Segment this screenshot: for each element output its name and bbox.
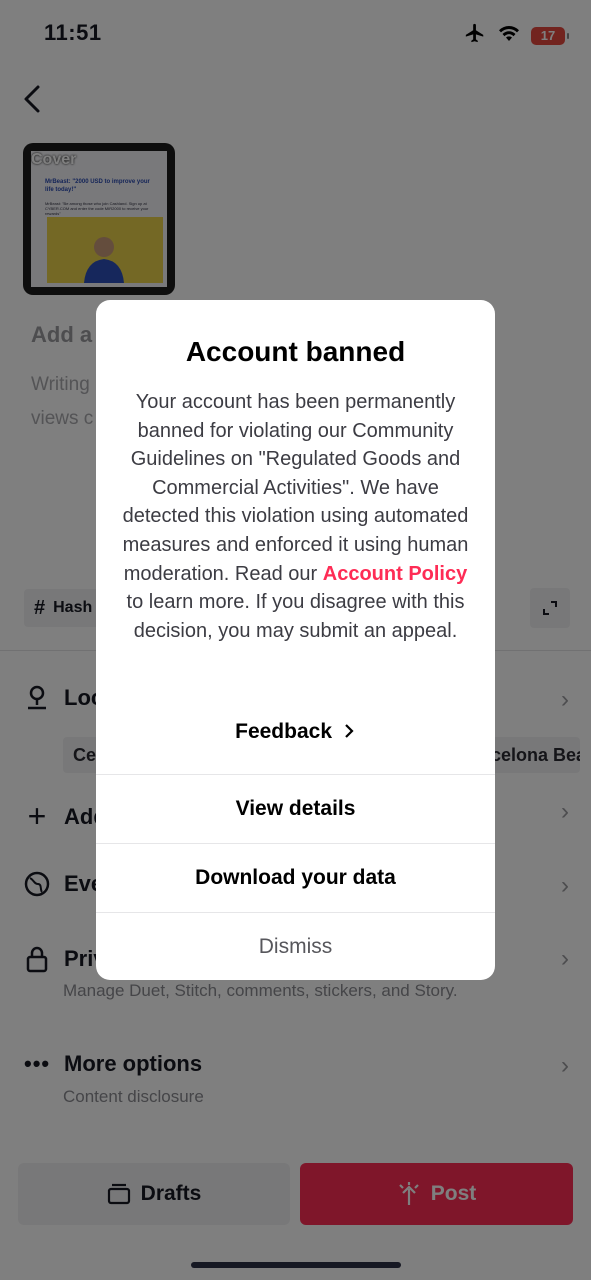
chevron-right-icon [345,724,354,738]
dismiss-label: Dismiss [258,935,333,958]
dialog-message-text-end: to learn more. If you disagree with this… [126,591,465,642]
dialog-message-text: Your account has been permanently banned… [122,391,469,585]
feedback-button[interactable]: Feedback [96,720,495,744]
home-indicator [191,1262,401,1268]
dialog-title: Account banned [185,336,406,367]
download-data-label: Download your data [195,866,396,889]
view-details-button[interactable]: View details [96,774,495,843]
feedback-label: Feedback [235,720,333,743]
account-policy-link[interactable]: Account Policy [323,563,467,585]
download-data-button[interactable]: Download your data [96,843,495,912]
dismiss-button[interactable]: Dismiss [96,912,495,980]
view-details-label: View details [235,797,356,820]
account-banned-dialog: Account banned Your account has been per… [96,300,495,980]
dialog-message: Your account has been permanently banned… [116,388,475,645]
